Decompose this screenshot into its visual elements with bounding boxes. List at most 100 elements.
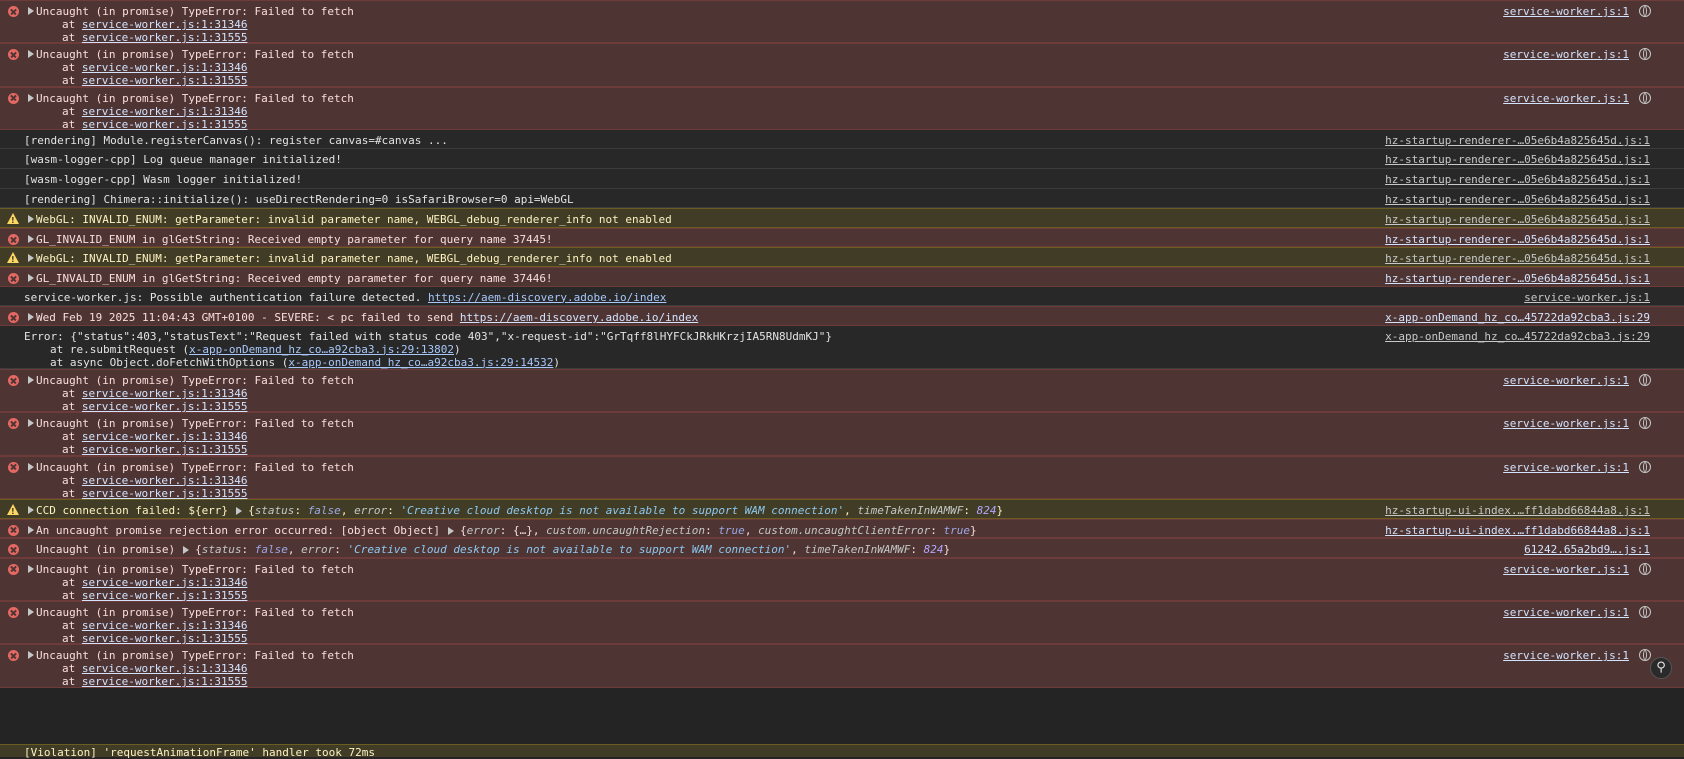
expand-triangle-icon[interactable] (28, 50, 34, 59)
stack-frame-link[interactable]: service-worker.js:1:31555 (82, 632, 248, 645)
expand-triangle-icon[interactable] (28, 462, 34, 471)
stack-frame-link[interactable]: service-worker.js:1:31346 (82, 18, 248, 31)
expand-triangle-icon[interactable] (28, 7, 34, 15)
console-message-info[interactable]: [wasm-logger-cpp] Log queue manager init… (0, 149, 1684, 170)
console-message-warning[interactable]: WebGL: INVALID_ENUM: getParameter: inval… (0, 208, 1684, 228)
message-source-link[interactable]: hz-startup-renderer-…05e6b4a825645d.js:1 (1385, 233, 1650, 246)
message-source-link[interactable]: hz-startup-ui-index.…ff1dabd66844a8.js:1 (1385, 504, 1650, 517)
ai-assistance-button[interactable]: ⚲ (1650, 657, 1672, 679)
console-message-error[interactable]: Uncaught (in promise) TypeError: Failed … (0, 455, 1684, 500)
console-message-warning[interactable]: WebGL: INVALID_ENUM: getParameter: inval… (0, 247, 1684, 268)
network-globe-icon[interactable] (1639, 562, 1651, 575)
message-source-link[interactable]: service-worker.js:1 (1524, 291, 1650, 304)
stack-frame-link[interactable]: service-worker.js:1:31555 (82, 487, 248, 500)
console-message-info[interactable]: service-worker.js: Possible authenticati… (0, 286, 1684, 307)
network-globe-icon[interactable] (1639, 417, 1651, 430)
expand-triangle-icon[interactable] (28, 93, 34, 102)
message-source-link[interactable]: x-app-onDemand_hz_co…45722da92cba3.js:29 (1385, 311, 1650, 324)
message-source-link[interactable]: service-worker.js:1 (1503, 5, 1629, 18)
stack-frame-link[interactable]: service-worker.js:1:31346 (82, 430, 248, 443)
message-source-link[interactable]: 61242.65a2bd9….js:1 (1524, 543, 1650, 556)
message-source-link[interactable]: x-app-onDemand_hz_co…45722da92cba3.js:29 (1385, 330, 1650, 343)
console-message-error[interactable]: Uncaught (in promise) TypeError: Failed … (0, 86, 1684, 131)
stack-frame-link[interactable]: service-worker.js:1:31555 (82, 118, 248, 131)
message-source-link[interactable]: hz-startup-renderer-…05e6b4a825645d.js:1 (1385, 272, 1650, 285)
expand-triangle-icon[interactable] (28, 525, 34, 534)
stack-frame-link[interactable]: service-worker.js:1:31346 (82, 619, 248, 632)
message-source-link[interactable]: service-worker.js:1 (1503, 649, 1629, 662)
stack-frame-link[interactable]: service-worker.js:1:31555 (82, 31, 248, 44)
message-source-link[interactable]: hz-startup-renderer-…05e6b4a825645d.js:1 (1385, 252, 1650, 265)
object-expand-icon[interactable] (236, 507, 243, 516)
stack-frame-link[interactable]: service-worker.js:1:31555 (82, 443, 248, 456)
console-message-error[interactable]: Uncaught (in promise) TypeError: Failed … (0, 644, 1684, 688)
message-source-link[interactable]: hz-startup-renderer-…05e6b4a825645d.js:1 (1385, 153, 1650, 166)
console-message-error[interactable]: Uncaught (in promise) TypeError: Failed … (0, 557, 1684, 602)
console-message-info[interactable]: [rendering] Chimera::initialize(): useDi… (0, 188, 1684, 209)
object-expand-icon[interactable] (447, 526, 454, 535)
console-message-error[interactable]: Uncaught (in promise) TypeError: Failed … (0, 369, 1684, 413)
message-source-link[interactable]: service-worker.js:1 (1503, 92, 1629, 105)
network-globe-icon[interactable] (1639, 5, 1651, 17)
console-message-error[interactable]: Uncaught (in promise) {status: false, err… (0, 538, 1684, 558)
stack-frame-link[interactable]: service-worker.js:1:31346 (82, 105, 248, 118)
console-message-error[interactable]: Uncaught (in promise) TypeError: Failed … (0, 0, 1684, 44)
expand-triangle-icon[interactable] (28, 376, 34, 385)
stack-frame-link[interactable]: service-worker.js:1:31555 (82, 74, 248, 87)
console-message-warning[interactable]: CCD connection failed: ${err} {status: fa… (0, 499, 1684, 519)
stack-frame-link[interactable]: x-app-onDemand_hz_co…a92cba3.js:29:14532 (288, 356, 553, 369)
stack-frame-link[interactable]: service-worker.js:1:31346 (82, 662, 248, 675)
object-preview[interactable]: {error: {…}, custom.uncaughtRejection: t… (460, 524, 977, 537)
stack-frame-link[interactable]: service-worker.js:1:31555 (82, 675, 248, 688)
message-source-link[interactable]: hz-startup-renderer-…05e6b4a825645d.js:1 (1385, 213, 1650, 226)
message-link[interactable]: https://aem-discovery.adobe.io/index (460, 311, 698, 324)
network-globe-icon[interactable] (1639, 48, 1651, 61)
expand-triangle-icon[interactable] (28, 234, 34, 243)
message-source-link[interactable]: hz-startup-renderer-…05e6b4a825645d.js:1 (1385, 173, 1650, 186)
stack-frame-link[interactable]: service-worker.js:1:31555 (82, 589, 248, 602)
console-message-error[interactable]: Uncaught (in promise) TypeError: Failed … (0, 43, 1684, 87)
message-source-link[interactable]: service-worker.js:1 (1503, 417, 1629, 430)
stack-frame-link[interactable]: x-app-onDemand_hz_co…a92cba3.js:29:13802 (189, 343, 454, 356)
console-message-error[interactable]: GL_INVALID_ENUM in glGetString: Received… (0, 227, 1684, 248)
stack-frame-link[interactable]: service-worker.js:1:31346 (82, 576, 248, 589)
expand-triangle-icon[interactable] (28, 274, 34, 283)
stack-frame-link[interactable]: service-worker.js:1:31555 (82, 400, 248, 413)
expand-triangle-icon[interactable] (28, 215, 34, 224)
console-message-info[interactable]: [wasm-logger-cpp] Wasm logger initialize… (0, 169, 1684, 189)
console-message-error[interactable]: Uncaught (in promise) TypeError: Failed … (0, 601, 1684, 645)
message-source-link[interactable]: hz-startup-ui-index.…ff1dabd66844a8.js:1 (1385, 524, 1650, 537)
network-globe-icon[interactable] (1639, 91, 1651, 104)
message-source-link[interactable]: service-worker.js:1 (1503, 374, 1629, 387)
message-source-link[interactable]: service-worker.js:1 (1503, 606, 1629, 619)
stack-frame-link[interactable]: service-worker.js:1:31346 (82, 61, 248, 74)
message-source-link[interactable]: service-worker.js:1 (1503, 48, 1629, 61)
stack-frame-link[interactable]: service-worker.js:1:31346 (82, 474, 248, 487)
network-globe-icon[interactable] (1639, 374, 1651, 387)
message-source-link[interactable]: hz-startup-renderer-…05e6b4a825645d.js:1 (1385, 193, 1650, 206)
object-preview[interactable]: {status: false, error: 'Creative cloud d… (195, 543, 950, 556)
expand-triangle-icon[interactable] (28, 254, 34, 263)
network-globe-icon[interactable] (1639, 649, 1651, 662)
console-message-error[interactable]: An uncaught promise rejection error occu… (0, 518, 1684, 539)
stack-frame-link[interactable]: service-worker.js:1:31346 (82, 387, 248, 400)
console-message-info[interactable]: Error: {"status":403,"statusText":"Reque… (0, 325, 1684, 370)
message-source-link[interactable]: service-worker.js:1 (1503, 461, 1629, 474)
expand-triangle-icon[interactable] (28, 564, 34, 573)
expand-triangle-icon[interactable] (28, 313, 34, 322)
console-message-error[interactable]: Wed Feb 19 2025 11:04:43 GMT+0100 - SEVE… (0, 306, 1684, 326)
console-message-info[interactable]: [rendering] Module.registerCanvas(): reg… (0, 129, 1684, 150)
console-message-error[interactable]: Uncaught (in promise) TypeError: Failed … (0, 412, 1684, 456)
expand-triangle-icon[interactable] (28, 419, 34, 428)
object-expand-icon[interactable] (183, 546, 190, 555)
console-message-error[interactable]: GL_INVALID_ENUM in glGetString: Received… (0, 267, 1684, 287)
network-globe-icon[interactable] (1639, 606, 1651, 619)
expand-triangle-icon[interactable] (28, 506, 34, 515)
object-preview[interactable]: {status: false, error: 'Creative cloud d… (248, 504, 1003, 517)
message-source-link[interactable]: service-worker.js:1 (1503, 563, 1629, 576)
expand-triangle-icon[interactable] (28, 651, 34, 660)
message-link[interactable]: https://aem-discovery.adobe.io/index (428, 291, 666, 304)
expand-triangle-icon[interactable] (28, 608, 34, 617)
network-globe-icon[interactable] (1639, 460, 1651, 473)
message-source-link[interactable]: hz-startup-renderer-…05e6b4a825645d.js:1 (1385, 134, 1650, 147)
